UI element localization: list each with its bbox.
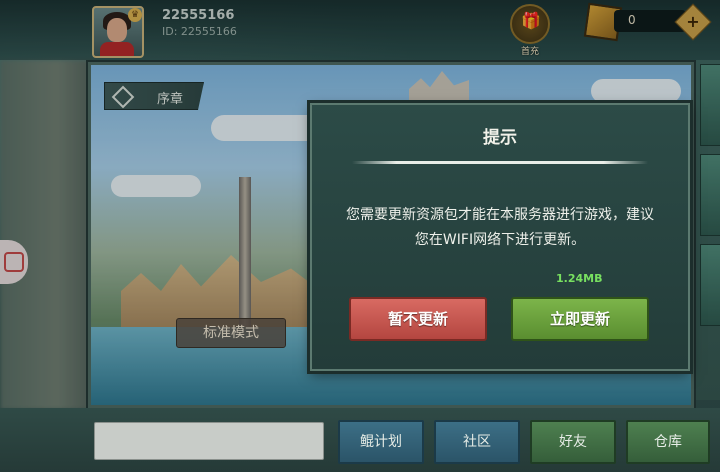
- update-size: 1.24MB: [556, 272, 603, 285]
- friends-button[interactable]: 好友: [530, 420, 616, 464]
- dialog-message: 您需要更新资源包才能在本服务器进行游戏，建议您在WIFI网络下进行更新。: [346, 207, 654, 248]
- chat-input[interactable]: [94, 422, 324, 460]
- update-now-button[interactable]: 立即更新: [511, 297, 649, 341]
- warehouse-button[interactable]: 仓库: [626, 420, 710, 464]
- skip-update-button[interactable]: 暂不更新: [349, 297, 487, 341]
- kun-plan-button[interactable]: 鲲计划: [338, 420, 424, 464]
- dialog-title: 提示: [483, 128, 517, 148]
- update-dialog: 提示 您需要更新资源包才能在本服务器进行游戏，建议您在WIFI网络下进行更新。 …: [310, 103, 690, 371]
- community-button[interactable]: 社区: [434, 420, 520, 464]
- divider: [352, 161, 648, 164]
